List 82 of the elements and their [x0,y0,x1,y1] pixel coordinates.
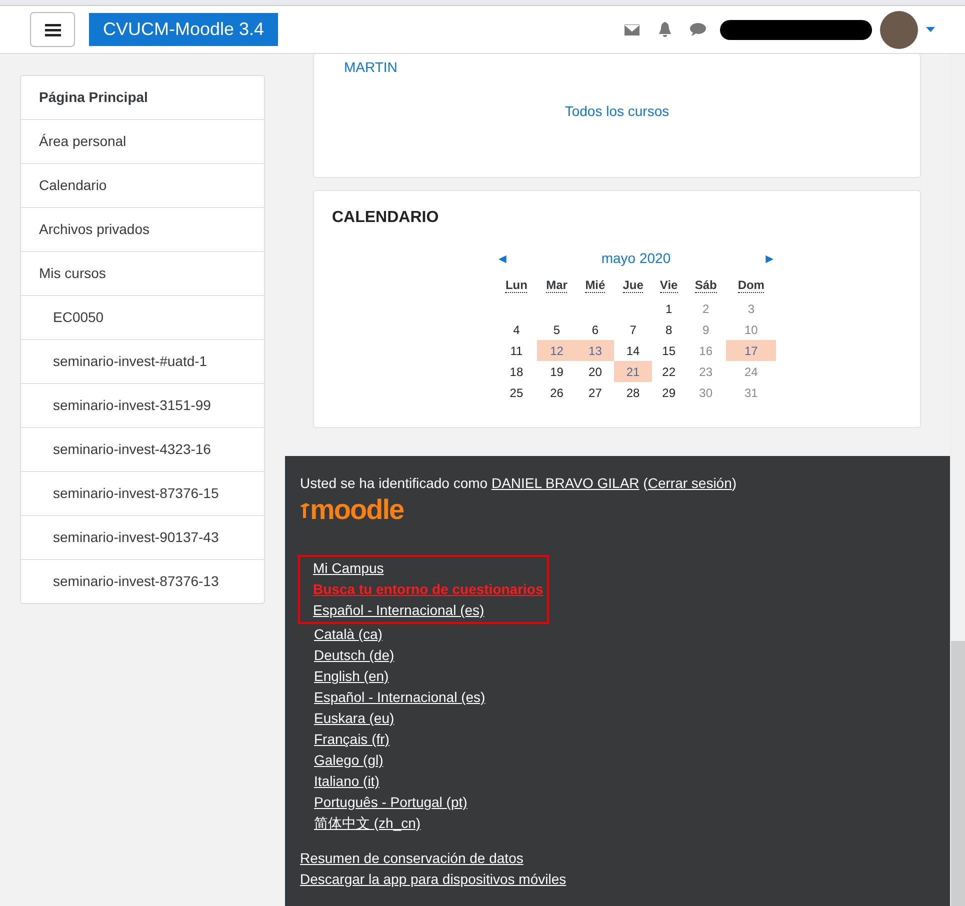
calendar-day[interactable]: 15 [652,340,686,361]
weekday-label: Dom [738,278,764,293]
sidebar-item[interactable]: seminario-invest-4323-16 [21,428,264,472]
calendar-day[interactable]: 7 [614,319,652,340]
calendar-day[interactable]: 4 [496,319,537,340]
sidebar-item[interactable]: seminario-invest-3151-99 [21,384,264,428]
calendar-day[interactable]: 9 [685,319,726,340]
sidebar-item[interactable]: seminario-invest-#uatd-1 [21,340,264,384]
calendar-day[interactable]: 23 [685,361,726,382]
weekday-label: Jue [622,278,644,293]
calendar-day[interactable]: 1 [652,298,686,319]
calendar-title: CALENDARIO [332,209,440,227]
calendar-day[interactable]: 5 [536,319,577,340]
calendar-day[interactable]: 20 [576,361,614,382]
calendar-day[interactable]: 24 [726,361,776,382]
footer-link[interactable]: Español - Internacional (es) [313,600,484,621]
footer-link[interactable]: Mi Campus [313,558,384,579]
login-info: Usted se ha identificado como DANIEL BRAVO GILAR (Cerrar sesión) [300,474,738,493]
previous-month-link[interactable]: ◄ [496,250,509,266]
calendar-day[interactable]: 18 [496,361,537,382]
menu-button[interactable] [30,12,75,47]
language-link[interactable]: Galego (gl) [314,750,384,771]
sidebar-item[interactable]: Página Principal [21,76,264,120]
sidebar-item[interactable]: seminario-invest-87376-15 [21,472,264,516]
sidebar-item[interactable]: seminario-invest-90137-43 [21,516,264,560]
calendar-day[interactable]: 13 [576,340,614,361]
language-link[interactable]: Español - Internacional (es) [314,687,486,708]
bell-icon[interactable] [658,22,672,38]
user-link[interactable]: DANIEL BRAVO GILAR [491,475,640,491]
calendar-day[interactable]: 6 [576,319,614,340]
weekday-label: Mié [585,278,606,293]
logout-link[interactable]: Cerrar sesión [648,475,732,491]
sidebar-item[interactable]: Calendario [21,164,264,208]
sidebar-item[interactable]: Archivos privados [21,208,264,252]
sidebar-item[interactable]: seminario-invest-87376-13 [21,560,264,603]
language-link[interactable]: Português - Portugal (pt) [314,792,468,813]
sidebar-item[interactable]: Mis cursos [21,252,264,296]
calendar-day[interactable]: 11 [496,340,537,361]
calendar-day[interactable]: 19 [536,361,577,382]
language-link[interactable]: English (en) [314,666,389,687]
language-link[interactable]: Français (fr) [314,729,390,750]
month-title[interactable]: mayo 2020 [601,250,671,266]
calendar-day[interactable]: 28 [614,382,652,403]
sidebar-item[interactable]: Área personal [21,120,264,164]
calendar-day[interactable]: 2 [685,298,726,319]
calendar-day[interactable]: 21 [614,361,652,382]
weekday-label: Mar [546,278,568,293]
calendar-day[interactable]: 10 [726,319,776,340]
sidebar-item[interactable]: EC0050 [21,296,264,340]
language-link[interactable]: Català (ca) [314,624,382,645]
caret-icon[interactable] [926,27,935,32]
weekday-label: Vie [660,278,678,293]
chat-icon[interactable] [690,23,706,36]
mail-icon[interactable] [624,24,640,36]
footer-link[interactable]: Resumen de conservación de datos [300,848,524,869]
all-courses-link[interactable]: Todos los cursos [564,103,670,119]
avatar[interactable] [880,10,918,48]
calendar-day[interactable]: 31 [726,382,776,403]
teacher-link[interactable]: MARTIN [344,59,890,75]
moodle-logo: moodle [310,495,404,525]
calendar-day[interactable]: 8 [652,319,686,340]
language-link[interactable]: Deutsch (de) [314,645,394,666]
calendar-day[interactable]: 14 [614,340,652,361]
calendar-day[interactable]: 30 [685,382,726,403]
weekday-label: Lun [505,278,528,293]
calendar-day[interactable]: 12 [536,340,577,361]
menu-icon [44,22,60,36]
calendar-day[interactable]: 17 [726,340,776,361]
calendar-day[interactable]: 25 [496,382,537,403]
language-link[interactable]: Italiano (it) [314,771,380,792]
weekday-label: Sáb [694,278,717,293]
calendar-day[interactable]: 27 [576,382,614,403]
calendar-day[interactable]: 22 [652,361,686,382]
footer-link[interactable]: Descargar la app para dispositivos móviles [300,869,566,890]
site-brand[interactable]: CVUCM-Moodle 3.4 [89,13,278,46]
calendar-day[interactable]: 26 [536,382,577,403]
language-link[interactable]: Euskara (eu) [314,708,394,729]
calendar-day[interactable]: 29 [652,382,686,403]
language-link[interactable]: 简体中文 (zh_cn) [314,813,421,834]
next-month-link[interactable]: ► [763,250,776,266]
calendar-day[interactable]: 3 [726,298,776,319]
calendar-day[interactable]: 16 [685,340,726,361]
